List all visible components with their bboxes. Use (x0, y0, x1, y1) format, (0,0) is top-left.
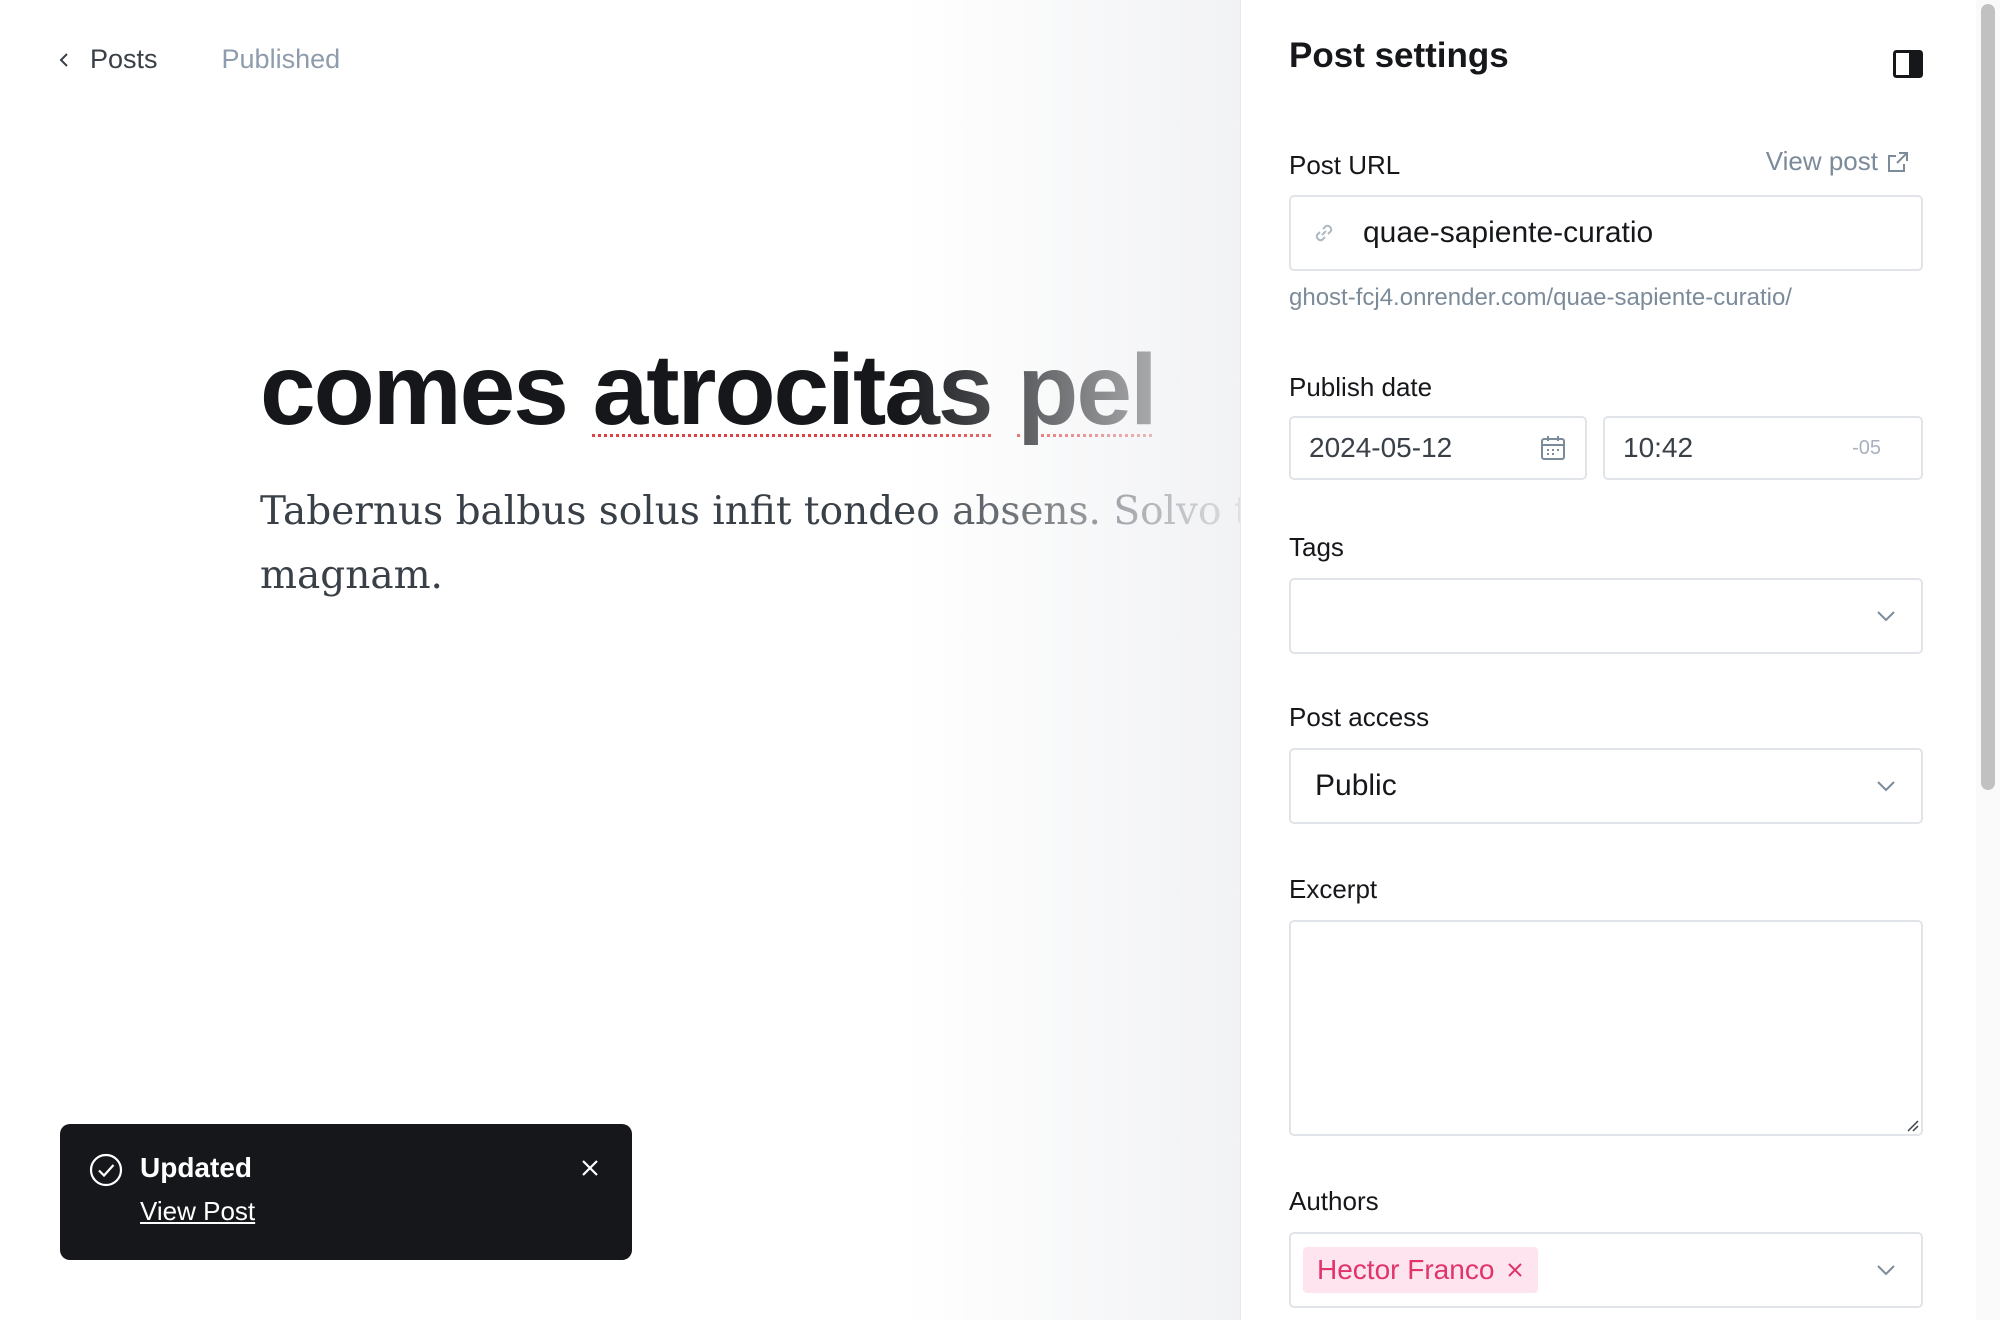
title-word-3: pel (1017, 334, 1157, 446)
post-url-value: quae-sapiente-curatio (1363, 216, 1654, 249)
post-access-select[interactable]: Public (1289, 748, 1923, 824)
toast-view-post-link[interactable]: View Post (140, 1196, 255, 1227)
check-circle-icon (89, 1153, 123, 1187)
tags-select[interactable] (1289, 578, 1923, 654)
excerpt-textarea[interactable] (1289, 920, 1923, 1136)
author-chip: Hector Franco (1303, 1247, 1539, 1293)
title-word-1: comes (260, 334, 593, 446)
chevron-left-icon (59, 52, 68, 67)
excerpt-label: Excerpt (1289, 874, 1378, 904)
external-link-icon (1888, 151, 1908, 172)
publish-date-input[interactable]: 2024-05-12 (1289, 416, 1587, 480)
publish-date-value: 2024-05-12 (1309, 432, 1453, 463)
link-icon (1315, 224, 1333, 242)
post-status: Published (221, 44, 341, 74)
post-url-label: Post URL (1289, 150, 1401, 180)
panel-scrollbar[interactable] (1976, 0, 2000, 1320)
authors-select[interactable]: Hector Franco (1289, 1232, 1923, 1308)
update-toast: Updated View Post (60, 1124, 632, 1260)
resize-handle-icon[interactable] (1905, 1118, 1919, 1132)
remove-author-icon[interactable] (1506, 1261, 1524, 1279)
sidebar-toggle-icon[interactable] (1893, 50, 1923, 78)
calendar-icon[interactable] (1539, 434, 1567, 462)
scrollbar-thumb[interactable] (1981, 4, 1995, 790)
close-icon[interactable] (578, 1156, 602, 1180)
post-settings-panel: Post settings Post URL View post quae-sa… (1240, 0, 1976, 1320)
editor-area: Posts Published comes atrocitas pel Tabe… (0, 0, 1240, 1320)
post-body[interactable]: Tabernus balbus solus infit tondeo absen… (260, 480, 1240, 608)
chevron-down-icon (1877, 781, 1895, 792)
view-post-link[interactable]: View post (1766, 146, 1910, 177)
author-name: Hector Franco (1317, 1254, 1495, 1285)
publish-time-input[interactable]: 10:42 -05 (1603, 416, 1923, 480)
chevron-down-icon (1877, 611, 1895, 622)
title-word-2: atrocitas (592, 334, 994, 446)
authors-label: Authors (1289, 1186, 1379, 1216)
post-url-input[interactable]: quae-sapiente-curatio (1289, 195, 1923, 271)
chevron-down-icon (1877, 1265, 1895, 1276)
post-access-label: Post access (1289, 702, 1430, 732)
post-title[interactable]: comes atrocitas pel (260, 330, 1158, 450)
publish-time-value: 10:42 (1623, 432, 1694, 463)
back-to-posts-link[interactable]: Posts (56, 44, 158, 75)
tags-label: Tags (1289, 532, 1344, 562)
publish-date-label: Publish date (1289, 372, 1433, 402)
post-access-value: Public (1315, 769, 1397, 802)
title-space (992, 334, 1018, 446)
post-url-hint: ghost-fcj4.onrender.com/quae-sapiente-cu… (1289, 284, 1792, 311)
back-link-label: Posts (90, 44, 158, 74)
editor-topbar: Posts Published (56, 44, 340, 75)
view-post-label: View post (1765, 146, 1878, 176)
toast-title: Updated (140, 1152, 252, 1183)
panel-title: Post settings (1289, 36, 1509, 75)
timezone-offset: -05 (1852, 436, 1881, 459)
